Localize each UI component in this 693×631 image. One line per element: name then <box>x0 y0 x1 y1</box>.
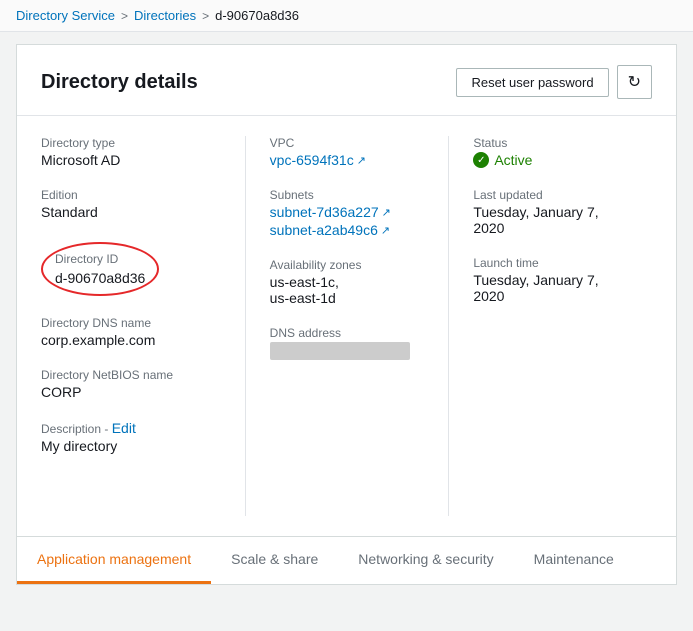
launch-time-label: Launch time <box>473 256 628 270</box>
directory-id-value: d-90670a8d36 <box>55 270 145 286</box>
details-grid: Directory type Microsoft AD Edition Stan… <box>17 116 676 536</box>
tab-scale-share[interactable]: Scale & share <box>211 537 338 584</box>
refresh-button[interactable]: ↻ <box>617 65 652 99</box>
description-group: Description - Edit My directory <box>41 420 221 454</box>
netbios-label: Directory NetBIOS name <box>41 368 221 382</box>
last-updated-value: Tuesday, January 7, 2020 <box>473 204 628 236</box>
breadcrumb-sep-1: > <box>121 9 128 23</box>
dns-name-label: Directory DNS name <box>41 316 221 330</box>
subnet1-link[interactable]: subnet-7d36a227 ↗ <box>270 204 391 220</box>
subnet2-ext-icon: ↗ <box>381 224 390 237</box>
dns-address-value <box>270 342 410 360</box>
reset-password-button[interactable]: Reset user password <box>456 68 608 97</box>
subnet2-link[interactable]: subnet-a2ab49c6 ↗ <box>270 222 390 238</box>
breadcrumb-sep-2: > <box>202 9 209 23</box>
edition-label: Edition <box>41 188 221 202</box>
vpc-group: VPC vpc-6594f31c ↗ <box>270 136 425 168</box>
status-active-text: Active <box>494 152 532 168</box>
dns-address-group: DNS address <box>270 326 425 360</box>
status-active-icon: ✓ <box>473 152 489 168</box>
launch-time-value: Tuesday, January 7, 2020 <box>473 272 628 304</box>
status-group: Status ✓ Active <box>473 136 628 168</box>
subnets-label: Subnets <box>270 188 425 202</box>
tabs-bar: Application management Scale & share Net… <box>17 537 676 584</box>
directory-id-label: Directory ID <box>55 252 145 266</box>
breadcrumb-service-link[interactable]: Directory Service <box>16 8 115 23</box>
tab-application-management[interactable]: Application management <box>17 537 211 584</box>
subnets-group: Subnets subnet-7d36a227 ↗ subnet-a2ab49c… <box>270 188 425 238</box>
directory-type-group: Directory type Microsoft AD <box>41 136 221 168</box>
page-wrapper: Directory Service > Directories > d-9067… <box>0 0 693 631</box>
tab-networking-security[interactable]: Networking & security <box>338 537 513 584</box>
directory-type-value: Microsoft AD <box>41 152 221 168</box>
page-title: Directory details <box>41 71 198 94</box>
details-col-2: VPC vpc-6594f31c ↗ Subnets subnet <box>245 136 449 516</box>
az-group: Availability zones us-east-1c, us-east-1… <box>270 258 425 306</box>
az-label: Availability zones <box>270 258 425 272</box>
main-content: Directory details Reset user password ↻ … <box>16 44 677 585</box>
az-line2: us-east-1d <box>270 290 425 306</box>
details-col-1: Directory type Microsoft AD Edition Stan… <box>41 136 245 516</box>
content-wrapper: Directory details Reset user password ↻ … <box>0 32 693 597</box>
breadcrumb-directories-link[interactable]: Directories <box>134 8 196 23</box>
last-updated-label: Last updated <box>473 188 628 202</box>
breadcrumb: Directory Service > Directories > d-9067… <box>0 0 693 32</box>
subnet1-value: subnet-7d36a227 ↗ <box>270 204 425 220</box>
vpc-link[interactable]: vpc-6594f31c ↗ <box>270 152 366 168</box>
subnet1-ext-icon: ↗ <box>382 206 391 219</box>
edition-value: Standard <box>41 204 221 220</box>
vpc-value: vpc-6594f31c ↗ <box>270 152 425 168</box>
tab-maintenance[interactable]: Maintenance <box>514 537 634 584</box>
directory-type-label: Directory type <box>41 136 221 150</box>
status-active: ✓ Active <box>473 152 628 168</box>
description-label: Description - Edit <box>41 420 221 436</box>
dns-name-value: corp.example.com <box>41 332 221 348</box>
external-link-icon: ↗ <box>357 154 366 167</box>
status-label: Status <box>473 136 628 150</box>
netbios-value: CORP <box>41 384 221 400</box>
subnet2-value: subnet-a2ab49c6 ↗ <box>270 222 425 238</box>
netbios-group: Directory NetBIOS name CORP <box>41 368 221 400</box>
description-value: My directory <box>41 438 221 454</box>
header-section: Directory details Reset user password ↻ <box>17 45 676 116</box>
launch-time-group: Launch time Tuesday, January 7, 2020 <box>473 256 628 304</box>
directory-id-group: Directory ID d-90670a8d36 <box>41 240 221 296</box>
breadcrumb-current: d-90670a8d36 <box>215 8 299 23</box>
dns-address-label: DNS address <box>270 326 425 340</box>
last-updated-group: Last updated Tuesday, January 7, 2020 <box>473 188 628 236</box>
az-line1: us-east-1c, <box>270 274 425 290</box>
dns-name-group: Directory DNS name corp.example.com <box>41 316 221 348</box>
description-edit-link[interactable]: Edit <box>112 420 136 436</box>
edition-group: Edition Standard <box>41 188 221 220</box>
directory-id-circle: Directory ID d-90670a8d36 <box>41 242 159 296</box>
details-col-3: Status ✓ Active Last updated Tuesday, Ja… <box>448 136 652 516</box>
header-actions: Reset user password ↻ <box>456 65 652 99</box>
refresh-icon: ↻ <box>628 72 641 92</box>
vpc-label: VPC <box>270 136 425 150</box>
tabs-section: Application management Scale & share Net… <box>17 536 676 584</box>
